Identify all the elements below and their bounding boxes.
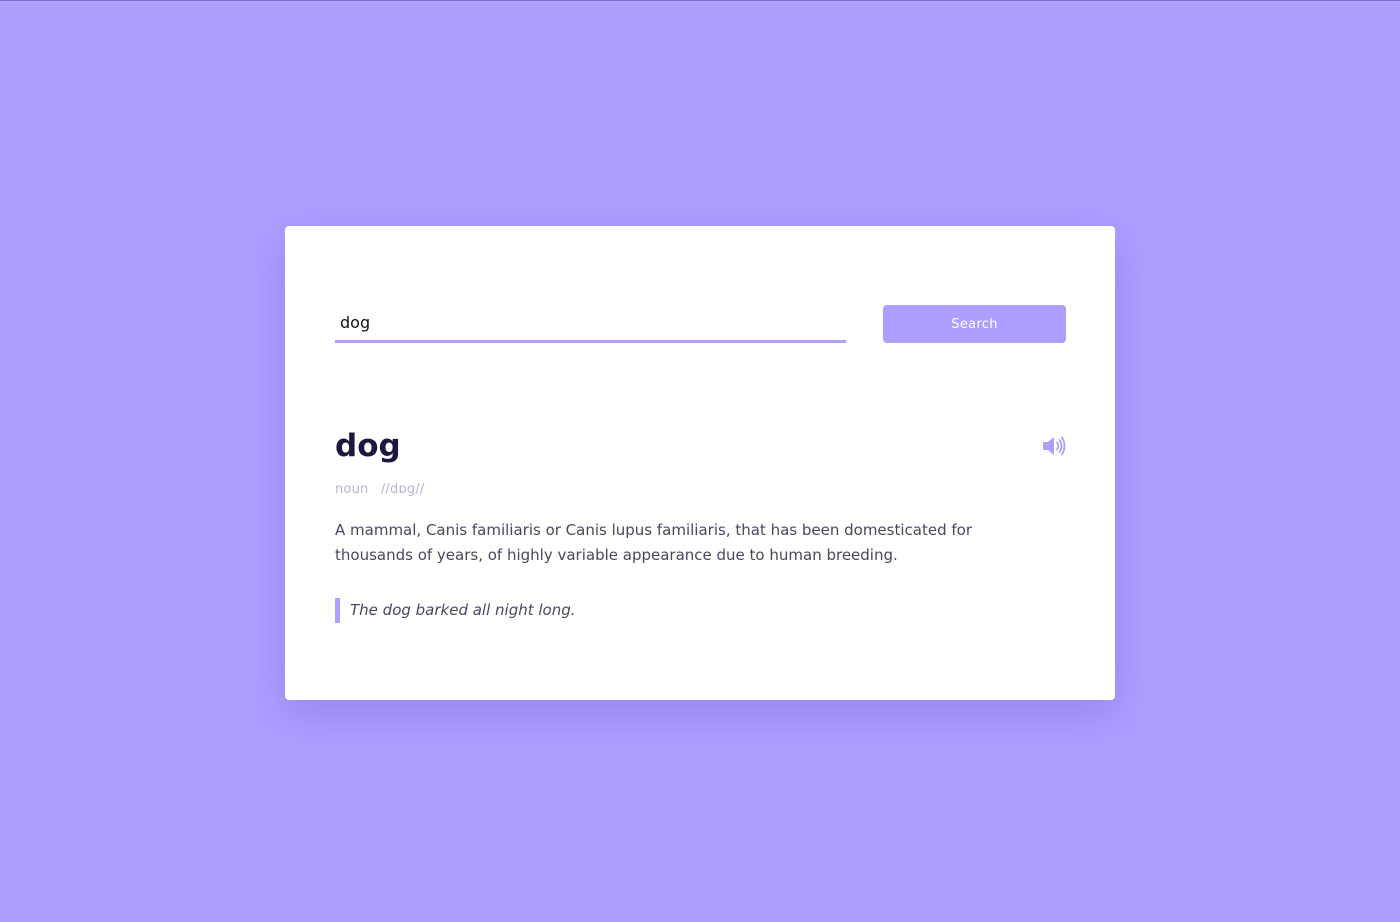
word-row: dog <box>335 426 1066 470</box>
top-edge-line <box>0 0 1400 1</box>
phonetic: //dɒg// <box>380 482 425 497</box>
word-title: dog <box>335 428 401 464</box>
definition-text: A mammal, Canis familiaris or Canis lupu… <box>335 521 972 564</box>
example-quote: The dog barked all night long. <box>335 598 1066 623</box>
part-of-speech: noun <box>335 482 369 497</box>
search-row: Search <box>335 305 1066 345</box>
search-button[interactable]: Search <box>883 305 1066 343</box>
search-input[interactable] <box>335 305 846 343</box>
word-meta: noun //dɒg// <box>335 482 1066 497</box>
speaker-icon[interactable] <box>1042 435 1066 457</box>
result-section: dog noun //dɒg// A mammal, Canis familia… <box>335 426 1066 623</box>
dictionary-card: Search dog noun //dɒg// A mammal, Canis … <box>285 226 1115 700</box>
